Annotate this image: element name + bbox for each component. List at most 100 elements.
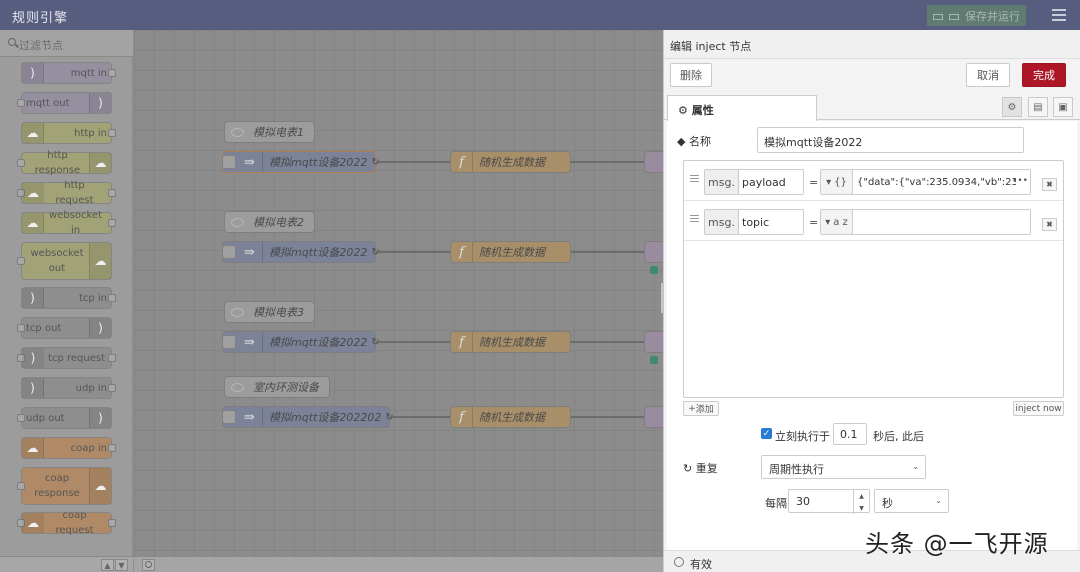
collapse-up-icon[interactable]: ▲ [101, 559, 114, 571]
type-select[interactable]: ▾{} [821, 170, 853, 194]
add-button[interactable]: + 添加 [683, 401, 719, 416]
palette-node-websocket-out[interactable]: websocket out ☁ [17, 242, 112, 280]
palette-node-tcp-in[interactable]: ) tcp in [21, 287, 116, 309]
remove-icon[interactable]: ✖ [1042, 178, 1057, 191]
palette-node-tcp-out[interactable]: tcp out ) [17, 317, 112, 339]
comment-node[interactable]: 模拟电表1 [224, 121, 315, 143]
globe-icon: ☁ [22, 438, 44, 458]
comment-node[interactable]: 模拟电表3 [224, 301, 315, 323]
bridge-icon: ) [89, 318, 111, 338]
palette-node-label: http request [55, 180, 94, 206]
palette-node-tcp-request[interactable]: ) tcp request [17, 347, 116, 369]
deploy-button[interactable]: 保存并运行 [927, 5, 1026, 26]
globe-icon: ☁ [22, 213, 44, 233]
palette-node-http-response[interactable]: http response ☁ [17, 150, 112, 176]
tab-properties[interactable]: ⚙ 属性 [667, 95, 817, 121]
property-value-input[interactable]: ▾ a z [820, 209, 1031, 235]
palette-node-coap-response[interactable]: coap response ☁ [17, 467, 112, 505]
ellipsis-icon[interactable]: ••• [1012, 176, 1028, 186]
immediate-suffix: 秒后, 此后 [873, 430, 924, 443]
interval-input[interactable]: 30 ▲ ▼ [788, 489, 870, 514]
delete-button[interactable]: 删除 [670, 63, 712, 87]
interval-unit-select[interactable]: 秒 ⌄ [874, 489, 949, 513]
inject-node[interactable]: ⇛ 模拟mqtt设备202202↻ [222, 406, 394, 428]
inject-node[interactable]: ⇛ 模拟mqtt设备2022↻ [222, 241, 380, 263]
repeat-select[interactable]: 周期性执行 ⌄ [761, 455, 926, 479]
search-icon[interactable] [142, 559, 155, 571]
enabled-label: 有效 [690, 558, 712, 571]
type-select[interactable]: ▾ a z [821, 210, 853, 234]
filter-input[interactable]: 过滤节点 [19, 37, 63, 53]
mqtt-out-node[interactable] [644, 406, 663, 428]
flow-canvas[interactable]: 模拟电表1 ⇛ 模拟mqtt设备2022↻ f 随机生成数据 模拟电表2 ⇛ 模… [134, 30, 663, 557]
description-icon[interactable]: ▤ [1028, 97, 1048, 117]
output-port [108, 129, 116, 137]
immediate-delay-input[interactable]: 0.1 [833, 423, 867, 445]
palette-node-http-in[interactable]: ☁ http in [21, 122, 116, 144]
palette-node-label: http response [34, 150, 81, 176]
comment-icon [231, 128, 244, 137]
palette-node-websocket-in[interactable]: ☁ websocket in [21, 210, 116, 236]
drag-handle-icon[interactable] [690, 215, 699, 222]
comment-label: 模拟电表3 [253, 306, 304, 319]
done-button[interactable]: 完成 [1022, 63, 1066, 87]
palette-node-udp-in[interactable]: ) udp in [21, 377, 116, 399]
property-value-input[interactable]: ▾{} {"data":{"va":235.0934,"vb":237.28 •… [820, 169, 1031, 195]
arrow-right-icon: ⇛ [237, 407, 263, 427]
deploy-icon [933, 11, 959, 21]
wire [376, 251, 450, 253]
menu-icon[interactable] [1052, 9, 1066, 21]
comment-node[interactable]: 室内环测设备 [224, 376, 330, 398]
comment-label: 模拟电表2 [253, 216, 304, 229]
spinner-icon[interactable]: ▲ ▼ [853, 490, 869, 514]
bridge-icon: ) [89, 408, 111, 428]
bridge-icon: ) [22, 348, 44, 368]
property-name-input[interactable]: msg. topic [704, 209, 804, 235]
inject-node[interactable]: ⇛ 模拟mqtt设备2022↻ [222, 331, 380, 353]
property-name-input[interactable]: msg. payload [704, 169, 804, 195]
enabled-toggle-icon[interactable] [674, 557, 684, 567]
bridge-icon: ) [22, 288, 44, 308]
function-node[interactable]: f 随机生成数据 [450, 331, 571, 353]
palette-node-mqtt-out[interactable]: mqtt out ) [17, 92, 112, 114]
inject-trigger-button[interactable] [222, 410, 236, 424]
repeat-label: ↻ 重复 [683, 462, 718, 475]
properties-panel: ◆ 名称 模拟mqtt设备2022 msg. payload = ▾{} {"d… [667, 121, 1077, 552]
palette-filter[interactable]: 过滤节点 [0, 30, 133, 57]
inject-now-button[interactable]: inject now [1013, 401, 1064, 416]
palette-node-udp-out[interactable]: udp out ) [17, 407, 112, 429]
palette-node-coap-request[interactable]: ☁ coap request [17, 510, 116, 536]
palette-node-coap-in[interactable]: ☁ coap in [21, 437, 116, 459]
mqtt-out-node[interactable] [644, 151, 663, 173]
collapse-down-icon[interactable]: ▼ [115, 559, 128, 571]
function-node[interactable]: f 随机生成数据 [450, 151, 571, 173]
property-list: msg. payload = ▾{} {"data":{"va":235.093… [683, 160, 1064, 398]
inject-trigger-button[interactable] [222, 335, 236, 349]
app-title: 规则引擎 [12, 11, 69, 26]
inject-node[interactable]: ⇛ 模拟mqtt设备2022↻ [222, 151, 380, 173]
palette-node-label: mqtt in [70, 67, 107, 79]
cancel-button[interactable]: 取消 [966, 63, 1010, 87]
palette-node-mqtt-in[interactable]: ) mqtt in [21, 62, 116, 84]
appearance-icon[interactable]: ▣ [1053, 97, 1073, 117]
immediate-checkbox[interactable]: ✓ [761, 428, 772, 439]
mqtt-out-node[interactable] [644, 331, 663, 353]
name-input[interactable]: 模拟mqtt设备2022 [757, 127, 1024, 153]
function-node[interactable]: f 随机生成数据 [450, 241, 571, 263]
drag-handle-icon[interactable] [690, 175, 699, 182]
remove-icon[interactable]: ✖ [1042, 218, 1057, 231]
function-node[interactable]: f 随机生成数据 [450, 406, 571, 428]
function-label: 随机生成数据 [479, 336, 545, 349]
arrow-right-icon: ⇛ [237, 242, 263, 262]
property-value [857, 210, 1016, 234]
mqtt-out-node[interactable] [644, 241, 663, 263]
settings-gear-icon[interactable]: ⚙ [1002, 97, 1022, 117]
palette-node-http-request[interactable]: ☁ http request [17, 180, 116, 206]
msg-prefix: msg. [705, 170, 739, 194]
comment-icon [231, 218, 244, 227]
comment-node[interactable]: 模拟电表2 [224, 211, 315, 233]
inject-trigger-button[interactable] [222, 155, 236, 169]
inject-trigger-button[interactable] [222, 245, 236, 259]
status-indicator [650, 266, 658, 274]
tray-resize-handle[interactable] [661, 283, 664, 313]
